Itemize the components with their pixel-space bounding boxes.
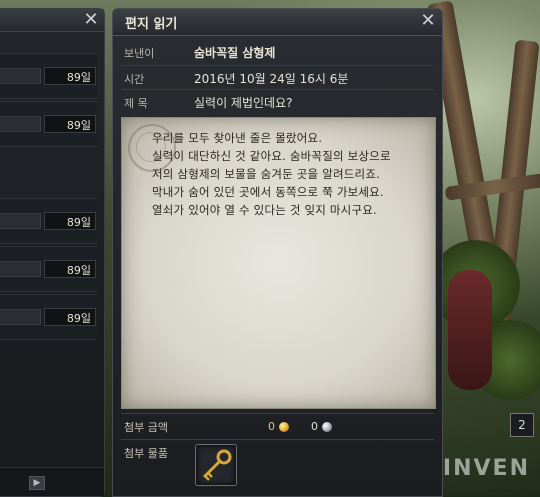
mail-list-header: ✕ <box>0 9 104 32</box>
mail-list-footer: ▶ <box>0 467 104 496</box>
character-figure <box>448 270 492 390</box>
gold-coin-icon <box>279 422 289 432</box>
letter-body-line: 막내가 숨어 있던 곳에서 동쪽으로 쭉 가보세요. <box>152 185 384 199</box>
sent-time: 2016년 10월 24일 16시 6분 <box>194 72 349 86</box>
subject-label: 제 목 <box>124 97 148 110</box>
mail-list-row[interactable]: 89일 <box>0 294 97 340</box>
days-box: 89일 <box>44 212 96 230</box>
mail-row-bar <box>0 309 41 325</box>
days-remaining: 89일 <box>66 119 91 132</box>
mail-row-bar <box>0 116 41 132</box>
days-box: 89일 <box>44 308 96 326</box>
days-remaining: 89일 <box>66 312 91 325</box>
letter-body-line: 실력이 대단하신 것 같아요. 숨바꼭질의 보상으로 <box>152 149 391 163</box>
mail-row-bar <box>0 261 41 277</box>
attached-item-slot[interactable] <box>195 444 237 486</box>
mail-list-panel: ✕ 89일 89일 89일 89일 89일 ▶ <box>0 8 105 497</box>
letter-body-line: 우리를 모두 찾아낸 줄은 몰랐어요. <box>152 131 323 145</box>
mail-list-row[interactable]: 89일 <box>0 53 97 99</box>
mail-list-row[interactable]: 89일 <box>0 198 97 244</box>
sender-row: 보낸이 숨바꼭질 삼형제 <box>113 41 442 65</box>
gold-amount: 0 <box>268 420 275 433</box>
days-box: 89일 <box>44 260 96 278</box>
letter-body-parchment: 우리를 모두 찾아낸 줄은 몰랐어요. 실력이 대단하신 것 같아요. 숨바꼭질… <box>121 117 436 409</box>
silver-coin-icon <box>322 422 332 432</box>
mail-row-bar <box>0 68 41 84</box>
days-box: 89일 <box>44 115 96 133</box>
letter-window-header: 편지 읽기 ✕ <box>113 9 442 36</box>
next-page-button[interactable]: ▶ <box>29 476 45 490</box>
divider <box>121 89 434 90</box>
key-icon <box>203 449 232 481</box>
mail-row-bar <box>0 213 41 229</box>
subject-row: 제 목 실력이 제법인데요? <box>113 91 442 115</box>
time-label: 시간 <box>124 73 145 86</box>
letter-body-line: 저의 삼형제의 보물을 숨겨둔 곳을 알려드리죠. <box>152 167 380 181</box>
days-remaining: 89일 <box>66 216 91 229</box>
letter-body-line: 열쇠가 있어야 열 수 있다는 것 잊지 마시구요. <box>152 203 377 217</box>
attached-money-label: 첨부 금액 <box>124 421 168 434</box>
mail-list-row[interactable]: 89일 <box>0 101 97 147</box>
subject-text: 실력이 제법인데요? <box>194 96 293 110</box>
time-row: 시간 2016년 10월 24일 16시 6분 <box>113 67 442 91</box>
mail-list-close-button[interactable]: ✕ <box>82 11 100 29</box>
sender-label: 보낸이 <box>124 47 155 60</box>
divider <box>121 65 434 66</box>
days-remaining: 89일 <box>66 264 91 277</box>
window-title: 편지 읽기 <box>125 17 178 32</box>
attached-item-label: 첨부 물품 <box>124 447 168 460</box>
inven-watermark: INVEN <box>442 456 530 481</box>
days-box: 89일 <box>44 67 96 85</box>
divider <box>121 413 434 414</box>
letter-window: 편지 읽기 ✕ 보낸이 숨바꼭질 삼형제 시간 2016년 10월 24일 16… <box>112 8 443 497</box>
quickslot-number-badge: 2 <box>510 413 534 437</box>
sender-name: 숨바꼭질 삼형제 <box>194 46 276 60</box>
divider <box>121 439 434 440</box>
days-remaining: 89일 <box>66 71 91 84</box>
silver-amount: 0 <box>311 420 318 433</box>
mail-list-row[interactable]: 89일 <box>0 246 97 292</box>
letter-close-button[interactable]: ✕ <box>419 12 437 30</box>
